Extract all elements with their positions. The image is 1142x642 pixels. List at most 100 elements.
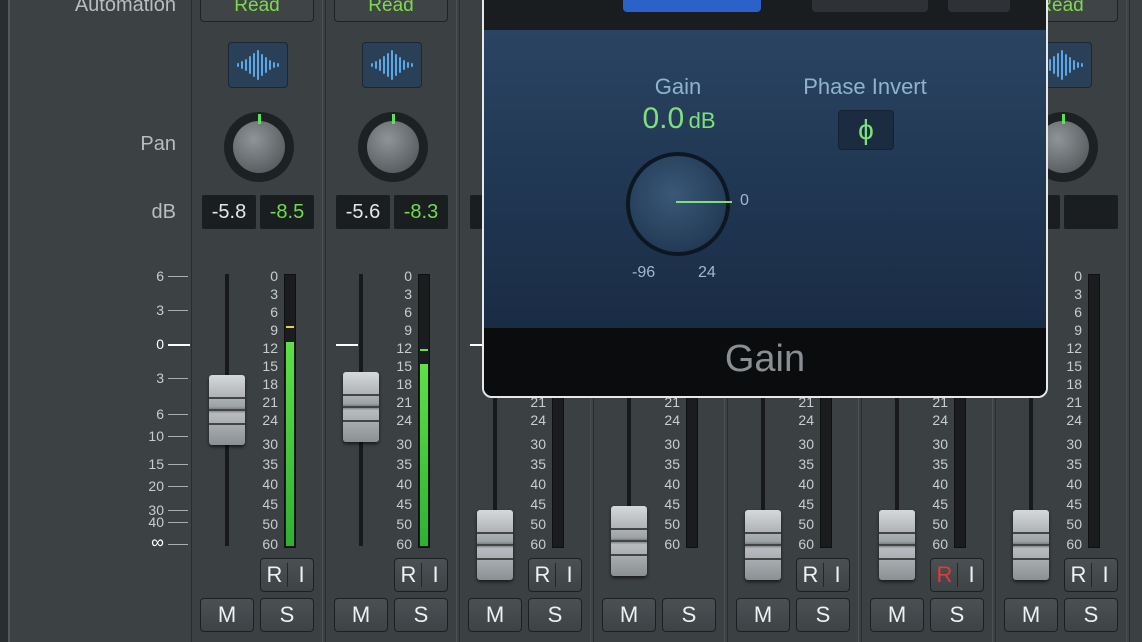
plugin-compare-button[interactable] xyxy=(812,0,928,12)
meter-scale-label: 40 xyxy=(396,476,412,492)
meter-scale-label: 24 xyxy=(798,412,814,428)
meter-scale-label: 0 xyxy=(1074,268,1082,284)
solo-button[interactable]: S xyxy=(1064,598,1118,632)
meter-scale-label: 0 xyxy=(404,268,412,284)
level-meter xyxy=(418,274,430,548)
fader-scale-label: 15 xyxy=(148,456,164,472)
fader-scale-label: 20 xyxy=(148,478,164,494)
meter-scale-label: 40 xyxy=(664,476,680,492)
meter-scale-label: 40 xyxy=(262,476,278,492)
solo-button[interactable]: S xyxy=(260,598,314,632)
volume-fader[interactable] xyxy=(611,506,647,576)
fader-scale-label: 3 xyxy=(156,302,164,318)
gain-plugin-window: Gain 0.0 dB 0 -96 24 Phase Invert ϕ Gain xyxy=(482,0,1048,398)
meter-scale-label: 45 xyxy=(664,496,680,512)
input-monitor-button[interactable]: I xyxy=(288,559,315,591)
record-enable-button[interactable]: R xyxy=(931,559,958,591)
plugin-link-button[interactable] xyxy=(948,0,1010,12)
rec-input-buttons: R I xyxy=(260,558,314,592)
mute-button[interactable]: M xyxy=(602,598,656,632)
volume-fader[interactable] xyxy=(343,372,379,442)
meter-scale-label: 50 xyxy=(262,516,278,532)
record-enable-button[interactable]: R xyxy=(797,559,824,591)
input-monitor-button[interactable]: I xyxy=(422,559,449,591)
meter-scale-label: 9 xyxy=(1074,322,1082,338)
meter-scale-label: 3 xyxy=(270,286,278,302)
meter-scale-label: 45 xyxy=(396,496,412,512)
gain-knob[interactable] xyxy=(626,152,732,256)
input-monitor-button[interactable]: I xyxy=(1092,559,1119,591)
fader-scale-label: 6 xyxy=(156,406,164,422)
volume-db-readout[interactable]: -5.8 xyxy=(202,195,256,229)
db-label: dB xyxy=(151,201,176,223)
meter-scale-label: 15 xyxy=(262,358,278,374)
plugin-preset-button[interactable] xyxy=(623,0,761,12)
input-monitor-button[interactable]: I xyxy=(556,559,583,591)
meter-scale-label: 60 xyxy=(664,536,680,552)
solo-button[interactable]: S xyxy=(394,598,448,632)
record-enable-button[interactable]: R xyxy=(395,559,422,591)
input-monitor-button[interactable]: I xyxy=(958,559,985,591)
meter-scale-label: 40 xyxy=(932,476,948,492)
mute-button[interactable]: M xyxy=(1004,598,1058,632)
input-monitor-button[interactable]: I xyxy=(824,559,851,591)
mute-button[interactable]: M xyxy=(870,598,924,632)
mute-button[interactable]: M xyxy=(736,598,790,632)
volume-fader[interactable] xyxy=(1013,510,1049,580)
meter-peak-hold xyxy=(420,349,428,351)
meter-scale-label: 35 xyxy=(798,456,814,472)
meter-scale-label: 6 xyxy=(404,304,412,320)
volume-db-readout[interactable]: -5.6 xyxy=(336,195,390,229)
meter-scale-label: 45 xyxy=(262,496,278,512)
solo-button[interactable]: S xyxy=(662,598,716,632)
meter-scale-label: 45 xyxy=(530,496,546,512)
meter-scale-label: 12 xyxy=(396,340,412,356)
automation-label: Automation xyxy=(74,0,176,16)
fader-scale-label: 0 xyxy=(156,336,164,352)
meter-scale-label: 45 xyxy=(1066,496,1082,512)
rec-input-buttons: R I xyxy=(528,558,582,592)
fader-scale-label: 10 xyxy=(148,428,164,444)
meter-scale-label: 21 xyxy=(396,394,412,410)
mute-button[interactable]: M xyxy=(334,598,388,632)
meter-scale-label: 30 xyxy=(396,436,412,452)
volume-fader[interactable] xyxy=(879,510,915,580)
volume-fader[interactable] xyxy=(209,375,245,445)
solo-button[interactable]: S xyxy=(528,598,582,632)
level-meter xyxy=(284,274,296,548)
solo-button[interactable]: S xyxy=(796,598,850,632)
meter-scale-label: 6 xyxy=(1074,304,1082,320)
gain-knob-min-label: -96 xyxy=(632,264,656,281)
meter-scale-label: 21 xyxy=(262,394,278,410)
phase-invert-button[interactable]: ϕ xyxy=(838,110,894,150)
meter-scale-label: 50 xyxy=(1066,516,1082,532)
meter-scale-label: 15 xyxy=(1066,358,1082,374)
volume-fader[interactable] xyxy=(477,510,513,580)
window-edge xyxy=(0,0,8,642)
volume-fader[interactable] xyxy=(745,510,781,580)
meter-scale-label: 60 xyxy=(798,536,814,552)
meter-scale-label: 24 xyxy=(262,412,278,428)
meter-scale-label: 35 xyxy=(262,456,278,472)
meter-scale-label: 60 xyxy=(396,536,412,552)
plugin-header xyxy=(484,0,1046,30)
gain-value: 0.0 xyxy=(642,102,685,135)
meter-scale-label: 50 xyxy=(798,516,814,532)
record-enable-button[interactable]: R xyxy=(261,559,288,591)
mute-button[interactable]: M xyxy=(200,598,254,632)
meter-scale-label: 12 xyxy=(262,340,278,356)
record-enable-button[interactable]: R xyxy=(1065,559,1092,591)
meter-scale-label: 60 xyxy=(1066,536,1082,552)
meter-scale-label: 40 xyxy=(798,476,814,492)
solo-button[interactable]: S xyxy=(930,598,984,632)
meter-scale-label: 30 xyxy=(262,436,278,452)
fader-scale-label: 3 xyxy=(156,370,164,386)
meter-scale-label: 15 xyxy=(396,358,412,374)
meter-scale-label: 35 xyxy=(932,456,948,472)
gain-value-display[interactable]: 0.0 dB xyxy=(604,102,754,136)
meter-scale-label: 30 xyxy=(664,436,680,452)
mute-button[interactable]: M xyxy=(468,598,522,632)
record-enable-button[interactable]: R xyxy=(529,559,556,591)
meter-scale-label: 24 xyxy=(396,412,412,428)
meter-scale-label: 50 xyxy=(932,516,948,532)
